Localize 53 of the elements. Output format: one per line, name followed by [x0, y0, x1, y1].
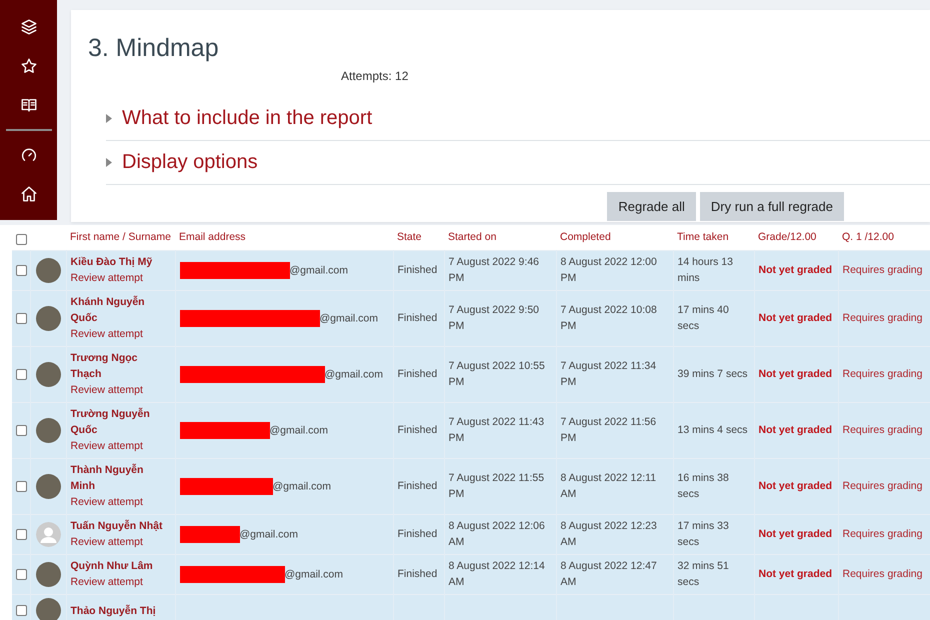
student-name-link[interactable]: Thành Nguyễn Minh [70, 462, 170, 494]
book-icon[interactable] [20, 96, 38, 114]
checkbox[interactable] [16, 368, 27, 380]
column-header[interactable]: Grade/12.00 [754, 225, 838, 250]
student-name-link[interactable]: Quỳnh Như Lâm [70, 558, 170, 574]
checkbox[interactable] [16, 312, 27, 324]
caret-icon[interactable] [106, 114, 112, 123]
checkbox[interactable] [16, 264, 27, 276]
section-link[interactable]: Display options [122, 151, 258, 174]
checkbox[interactable] [16, 568, 27, 580]
regrade-button[interactable]: Dry run a full regrade [700, 192, 844, 221]
attempts-count: Attempts: 12 [341, 69, 408, 83]
email-text: @gmail.com [240, 528, 298, 540]
review-attempt-link[interactable]: Review attempt [70, 534, 170, 550]
home-icon[interactable] [20, 185, 38, 203]
review-attempt-link[interactable]: Review attempt [70, 494, 170, 510]
student-name-link[interactable]: Khánh Nguyễn Quốc [70, 294, 170, 326]
layers-icon[interactable] [20, 18, 38, 36]
column-header[interactable]: Started on [444, 225, 556, 250]
column-header[interactable]: Q. 1 /12.00 [838, 225, 930, 250]
review-attempt-link[interactable]: Review attempt [70, 438, 170, 454]
checkbox[interactable] [16, 234, 27, 245]
gauge-icon[interactable] [20, 146, 38, 164]
student-name-link[interactable]: Trường Nguyễn Quốc [70, 406, 170, 438]
email-text: @gmail.com [324, 368, 384, 380]
column-header[interactable]: State [393, 225, 444, 250]
regrade-button[interactable]: Regrade all [607, 192, 696, 221]
checkbox[interactable] [16, 528, 27, 540]
student-name-link[interactable]: Thảo Nguyễn Thị [70, 602, 170, 618]
review-attempt-link[interactable]: Review attempt [70, 382, 170, 398]
section-link[interactable]: What to include in the report [122, 107, 372, 130]
caret-icon[interactable] [106, 158, 112, 167]
student-name-link[interactable]: Trương Ngọc Thạch [70, 350, 170, 382]
column-header[interactable]: First name / Surname [66, 225, 175, 250]
quiz-title: 3. Mindmap [88, 34, 219, 63]
column-header[interactable]: Time taken [673, 225, 754, 250]
email-text: @gmail.com [320, 312, 378, 324]
student-name-link[interactable]: Kiều Đào Thị Mỹ [70, 254, 170, 270]
review-attempt-link[interactable]: Review attempt [70, 326, 170, 342]
column-header[interactable]: Email address [175, 225, 393, 250]
email-text: @gmail.com [270, 424, 328, 436]
column-header[interactable]: Completed [556, 225, 673, 250]
review-attempt-link[interactable]: Review attempt [70, 270, 170, 286]
email-text: @gmail.com [290, 264, 348, 276]
checkbox[interactable] [16, 424, 27, 436]
email-text: @gmail.com [284, 568, 344, 580]
checkbox[interactable] [16, 605, 27, 616]
redaction-bar [180, 526, 240, 542]
star-icon[interactable] [20, 57, 38, 75]
review-attempt-link[interactable]: Review attempt [70, 574, 170, 590]
checkbox[interactable] [16, 480, 27, 492]
email-text: @gmail.com [272, 480, 332, 492]
student-name-link[interactable]: Tuấn Nguyễn Nhật [70, 518, 170, 534]
